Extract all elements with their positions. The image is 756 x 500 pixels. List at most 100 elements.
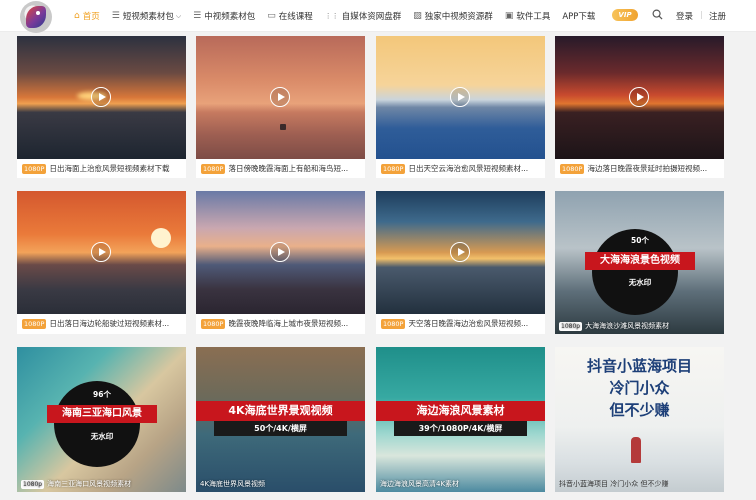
nav-label: 在线课程 — [278, 12, 313, 22]
play-icon[interactable] — [450, 87, 470, 107]
video-thumbnail[interactable] — [376, 191, 545, 314]
promo-caption: 4K海底世界风景视频 — [200, 479, 265, 489]
resolution-badge: 1080p — [559, 321, 583, 331]
person-figure — [631, 437, 641, 463]
resolution-badge: 1080P — [201, 163, 226, 174]
video-caption[interactable]: 1080P 日出落日海边轮船驶过短视频素材... — [17, 314, 186, 333]
promo-subtitle: 39个/1080P/4K/横屏 — [394, 421, 527, 436]
promo-title: 大海海浪沙滩风景视频素材 — [585, 322, 670, 330]
video-title: 日出天空云海治愈风景短视频素材... — [408, 164, 529, 173]
promo-card[interactable]: 50个 大海海浪景色视频 无水印 1080p 大海海浪沙滩风景视频素材 — [555, 191, 724, 334]
promo-card[interactable]: 96个 海南三亚海口风景 无水印 1080p 海南三亚海口风景视频素材 — [17, 347, 186, 492]
promo-banner: 大海海浪景色视频 — [585, 252, 695, 270]
nav-item-app-download[interactable]: APP下载 — [562, 10, 595, 22]
promo-note: 无水印 — [628, 278, 652, 287]
video-thumbnail[interactable] — [17, 36, 186, 159]
bird-logo-icon — [26, 6, 46, 28]
play-icon[interactable] — [91, 242, 111, 262]
video-thumbnail[interactable] — [555, 36, 724, 159]
nav-label: 独家中视频资源群 — [424, 12, 493, 22]
promo-note: 无水印 — [90, 432, 114, 441]
list-icon: ☰ — [111, 11, 120, 21]
nav-item-online-courses[interactable]: ▭ 在线课程 — [267, 10, 313, 22]
video-caption[interactable]: 1080P 海边落日晚霞夜景延时拍摄短视频... — [555, 159, 724, 178]
image-icon: ▨ — [413, 11, 422, 21]
video-caption[interactable]: 1080P 日出海面上治愈风景短视频素材下载 — [17, 159, 186, 178]
search-icon[interactable] — [652, 9, 663, 20]
promo-count: 96个 — [93, 390, 111, 399]
video-title: 落日傍晚晚霞海面上有船和海鸟短... — [228, 164, 349, 173]
video-caption[interactable]: 1080P 天空落日晚霞海边治愈风景短视频... — [376, 314, 545, 333]
video-caption[interactable]: 1080P 落日傍晚晚霞海面上有船和海鸟短... — [196, 159, 365, 178]
video-card[interactable]: 1080P 日出落日海边轮船驶过短视频素材... — [17, 191, 186, 334]
video-card[interactable]: 1080P 日出海面上治愈风景短视频素材下载 — [17, 36, 186, 178]
promo-card[interactable]: 4K海底世界景观视频 50个/4K/横屏 4K海底世界风景视频 — [196, 347, 365, 492]
video-caption[interactable]: 1080P 日出天空云海治愈风景短视频素材... — [376, 159, 545, 178]
boat — [280, 124, 286, 130]
nav-label: 软件工具 — [516, 12, 551, 22]
nav-item-software-tools[interactable]: ▣ 软件工具 — [505, 10, 551, 22]
list-icon: ☰ — [193, 11, 202, 21]
promo-thumbnail[interactable]: 50个 大海海浪景色视频 无水印 1080p 大海海浪沙滩风景视频素材 — [555, 191, 724, 334]
resolution-badge: 1080P — [22, 318, 47, 329]
video-thumbnail[interactable] — [196, 191, 365, 314]
grid-icon: ⋮⋮ — [324, 12, 339, 20]
video-thumbnail[interactable] — [196, 36, 365, 159]
tv-icon: ▭ — [267, 11, 276, 21]
play-icon[interactable] — [450, 242, 470, 262]
nav-item-mid-video-packs[interactable]: ☰ 中视频素材包 — [193, 10, 255, 22]
nav-item-short-video-packs[interactable]: ☰ 短视频素材包 ⌵ — [112, 10, 181, 22]
promo-count: 50个 — [631, 236, 649, 245]
top-header: ⌂ 首页 ☰ 短视频素材包 ⌵ ☰ 中视频素材包 ▭ 在线课程 ⋮⋮ 自媒体资网盘群 ▨ 独家… — [0, 0, 756, 33]
promo-thumbnail[interactable]: 96个 海南三亚海口风景 无水印 1080p 海南三亚海口风景视频素材 — [17, 347, 186, 492]
play-icon[interactable] — [270, 87, 290, 107]
promo-thumbnail[interactable]: 抖音小蓝海项目 冷门小众 但不少赚 抖音小蓝海项目 冷门小众 但不少赚 — [555, 347, 724, 492]
video-caption[interactable]: 1080P 晚霞夜晚降临海上城市夜景短视频... — [196, 314, 365, 333]
video-title: 日出海面上治愈风景短视频素材下载 — [49, 164, 170, 173]
video-title: 天空落日晚霞海边治愈风景短视频... — [408, 319, 529, 328]
promo-banner: 海边海浪风景素材 — [376, 401, 545, 421]
play-icon[interactable] — [91, 87, 111, 107]
nav-label: 首页 — [82, 12, 100, 22]
promo-banner: 4K海底世界景观视频 — [196, 401, 365, 421]
promo-thumbnail[interactable]: 4K海底世界景观视频 50个/4K/横屏 4K海底世界风景视频 — [196, 347, 365, 492]
site-logo[interactable] — [20, 1, 52, 33]
promo-caption: 抖音小蓝海项目 冷门小众 但不少赚 — [559, 479, 668, 489]
video-thumbnail[interactable] — [17, 191, 186, 314]
home-icon: ⌂ — [74, 11, 80, 21]
resolution-badge: 1080P — [381, 318, 406, 329]
play-icon[interactable] — [270, 242, 290, 262]
resolution-badge: 1080p — [21, 479, 45, 489]
video-card[interactable]: 1080P 落日傍晚晚霞海面上有船和海鸟短... — [196, 36, 365, 178]
nav-item-exclusive-group[interactable]: ▨ 独家中视频资源群 — [413, 10, 493, 22]
resolution-badge: 1080P — [22, 163, 47, 174]
nav-item-netdisk-group[interactable]: ⋮⋮ 自媒体资网盘群 — [325, 10, 402, 22]
promo-thumbnail[interactable]: 海边海浪风景素材 39个/1080P/4K/横屏 海边海浪风景高清4K素材 — [376, 347, 545, 492]
promo-caption: 1080p 大海海浪沙滩风景视频素材 — [559, 321, 669, 331]
nav-label: 中视频素材包 — [204, 12, 256, 22]
play-icon[interactable] — [629, 87, 649, 107]
video-thumbnail[interactable] — [376, 36, 545, 159]
promo-banner: 海南三亚海口风景 — [47, 405, 157, 423]
promo-headline: 抖音小蓝海项目 — [586, 357, 692, 375]
register-link[interactable]: 注册 — [709, 10, 726, 22]
vip-badge[interactable]: VIP — [612, 9, 638, 21]
promo-caption: 海边海浪风景高清4K素材 — [380, 479, 459, 489]
promo-card[interactable]: 抖音小蓝海项目 冷门小众 但不少赚 抖音小蓝海项目 冷门小众 但不少赚 — [555, 347, 724, 492]
promo-card[interactable]: 海边海浪风景素材 39个/1080P/4K/横屏 海边海浪风景高清4K素材 — [376, 347, 545, 492]
resolution-badge: 1080P — [560, 163, 585, 174]
video-card[interactable]: 1080P 晚霞夜晚降临海上城市夜景短视频... — [196, 191, 365, 334]
resolution-badge: 1080P — [381, 163, 406, 174]
resolution-badge: 1080P — [201, 318, 226, 329]
promo-title: 4K海底世界风景视频 — [200, 480, 266, 488]
nav-item-home[interactable]: ⌂ 首页 — [74, 10, 100, 22]
video-title: 晚霞夜晚降临海上城市夜景短视频... — [228, 319, 349, 328]
briefcase-icon: ▣ — [504, 11, 514, 21]
nav-label: 短视频素材包 — [122, 12, 174, 22]
video-card[interactable]: 1080P 海边落日晚霞夜景延时拍摄短视频... — [555, 36, 724, 178]
login-link[interactable]: 登录 — [676, 10, 693, 22]
promo-headline-3: 但不少赚 — [609, 401, 670, 419]
video-card[interactable]: 1080P 日出天空云海治愈风景短视频素材... — [376, 36, 545, 178]
promo-headline-2: 冷门小众 — [609, 379, 670, 397]
video-card[interactable]: 1080P 天空落日晚霞海边治愈风景短视频... — [376, 191, 545, 334]
